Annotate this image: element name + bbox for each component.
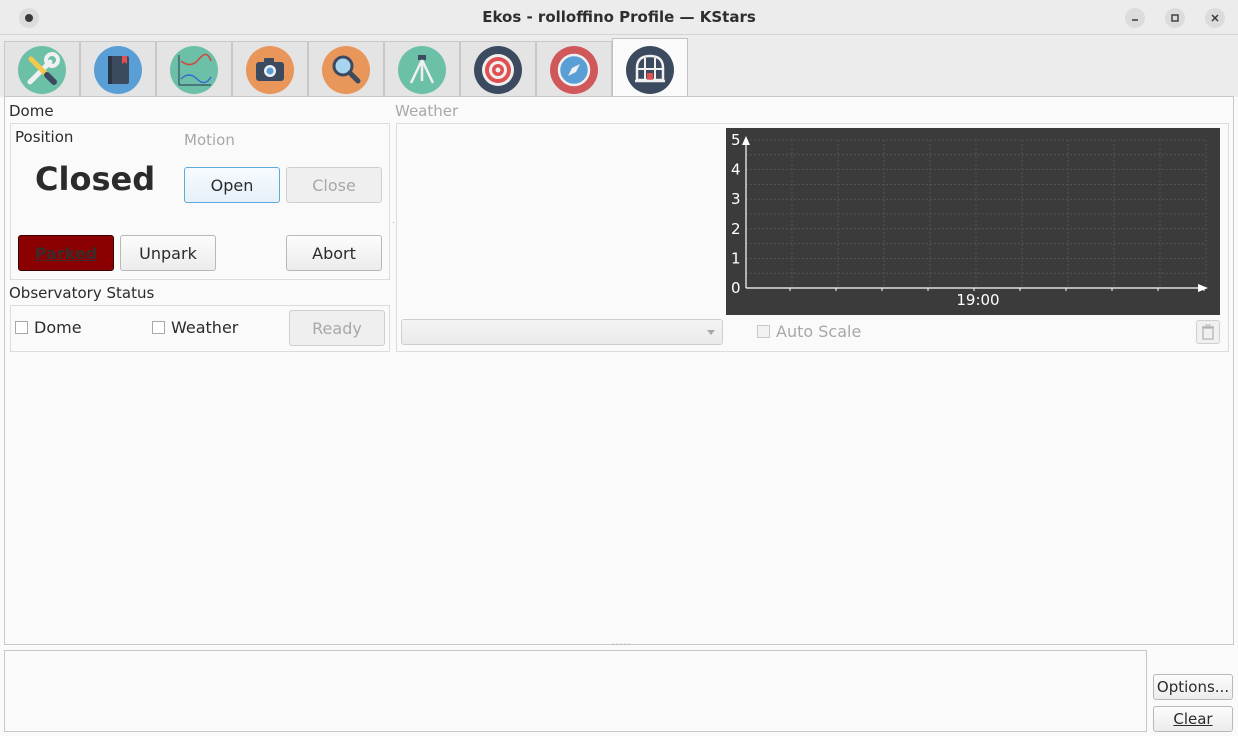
weather-checkbox-label[interactable]: Weather [171, 318, 238, 337]
tab-scheduler[interactable] [80, 41, 156, 97]
notebook-icon [94, 45, 142, 94]
weather-chart: 0 1 2 3 4 5 19:00 [726, 128, 1220, 315]
tab-capture[interactable] [232, 41, 308, 97]
options-button[interactable]: Options... [1153, 674, 1233, 700]
unpark-button-label: Unpark [139, 243, 197, 263]
weather-section-label: Weather [395, 102, 459, 120]
minimize-icon [1132, 19, 1138, 21]
dome-icon [626, 45, 674, 94]
motion-label: Motion [184, 131, 235, 149]
tab-observatory[interactable] [612, 38, 688, 100]
auto-scale-checkbox[interactable] [757, 325, 770, 338]
maximize-icon [1171, 14, 1179, 22]
tab-align[interactable] [460, 41, 536, 97]
chart-y-arrow [742, 136, 750, 145]
parked-button-label: Parked [34, 243, 98, 263]
clear-chart-button[interactable] [1196, 320, 1220, 344]
compass-icon [550, 45, 598, 94]
tab-guide[interactable] [536, 41, 612, 97]
close-button[interactable]: Close [286, 167, 382, 203]
tab-focus[interactable] [308, 41, 384, 97]
chart-y-tick-label: 4 [731, 161, 741, 179]
observatory-status-label: Observatory Status [9, 284, 155, 302]
chart-icon [170, 45, 218, 94]
tab-setup[interactable] [4, 41, 80, 97]
chart-y-tick-label: 5 [731, 131, 741, 149]
magnifier-icon [322, 45, 370, 94]
window-title: Ekos - rolloffino Profile — KStars [482, 8, 756, 26]
dome-checkbox-label[interactable]: Dome [34, 318, 82, 337]
weather-sensor-select[interactable] [401, 319, 723, 345]
chart-x-arrow [1198, 284, 1208, 292]
chart-x-tick-label: 19:00 [956, 291, 999, 309]
weather-checkbox[interactable] [152, 321, 165, 334]
minimize-button[interactable] [1125, 8, 1145, 28]
tab-mount[interactable] [384, 41, 460, 97]
clear-log-button-label: Clear [1173, 710, 1213, 728]
camera-icon [246, 45, 294, 94]
maximize-button[interactable] [1165, 8, 1185, 28]
ready-button-label: Ready [312, 318, 362, 338]
position-label: Position [15, 128, 74, 146]
parked-button[interactable]: Parked [18, 235, 114, 271]
chart-y-tick-label: 0 [731, 279, 741, 297]
close-button-label: Close [312, 175, 356, 195]
title-bar: Ekos - rolloffino Profile — KStars [0, 0, 1238, 35]
open-button[interactable]: Open [184, 167, 280, 203]
clear-log-button[interactable]: Clear [1153, 706, 1233, 732]
trash-icon [1202, 324, 1214, 340]
abort-button[interactable]: Abort [286, 235, 382, 271]
log-text-area[interactable] [4, 650, 1147, 732]
open-button-label: Open [210, 175, 254, 195]
target-icon [474, 45, 522, 94]
tab-analyze[interactable] [156, 41, 232, 97]
unpark-button[interactable]: Unpark [120, 235, 216, 271]
dome-checkbox[interactable] [15, 321, 28, 334]
dome-status-text: Closed [35, 160, 156, 198]
abort-button-label: Abort [312, 243, 356, 263]
options-button-label: Options... [1156, 678, 1230, 696]
chart-y-tick-label: 2 [731, 220, 741, 238]
dome-section-label: Dome [9, 102, 54, 120]
ready-button[interactable]: Ready [289, 310, 385, 346]
weather-chart-svg: 0 1 2 3 4 5 19:00 [731, 131, 1208, 309]
auto-scale-label[interactable]: Auto Scale [776, 322, 861, 341]
wrench-screwdriver-icon [18, 45, 66, 94]
close-icon [1211, 14, 1219, 22]
chart-y-tick-label: 3 [731, 190, 741, 208]
chart-y-tick-label: 1 [731, 249, 741, 267]
horizontal-splitter[interactable]: ····· [612, 640, 631, 650]
module-tab-bar [0, 35, 1238, 100]
chevron-down-icon [707, 330, 715, 335]
tripod-icon [398, 45, 446, 94]
close-window-button[interactable] [1205, 8, 1225, 28]
